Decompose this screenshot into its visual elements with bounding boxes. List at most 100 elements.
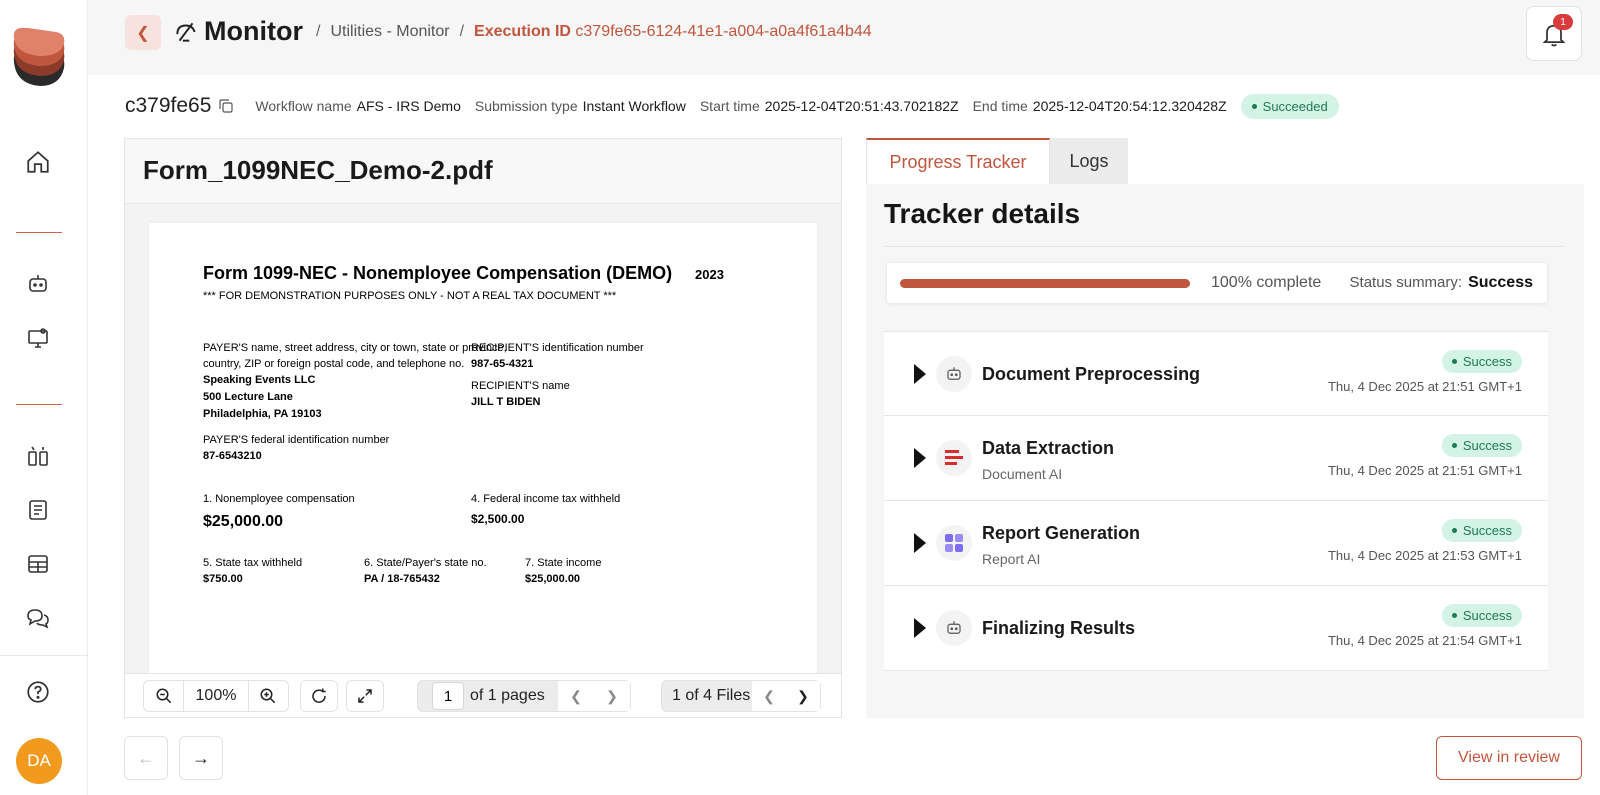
breadcrumb-current-id: c379fe65-6124-41e1-a004-a0a4f61a4b44: [575, 23, 872, 40]
copy-icon[interactable]: [217, 97, 235, 115]
step-status-label: Success: [1462, 354, 1512, 369]
submission-type-label: Submission type: [474, 98, 578, 114]
home-icon[interactable]: [22, 146, 54, 178]
chevron-left-icon: ❮: [136, 24, 150, 42]
chat-icon[interactable]: [22, 602, 54, 634]
chevron-right-icon: ❯: [606, 687, 618, 704]
monitor-settings-icon[interactable]: [22, 322, 54, 354]
page-navigation: of 1 pages ❮ ❯: [417, 680, 631, 712]
next-file-button[interactable]: ❯: [786, 681, 820, 711]
split-view-icon[interactable]: [22, 440, 54, 472]
table-icon[interactable]: [22, 548, 54, 580]
expand-caret-icon[interactable]: [914, 618, 926, 638]
step-timestamp: Thu, 4 Dec 2025 at 21:51 GMT+1: [1327, 463, 1522, 478]
step-status-label: Success: [1462, 438, 1512, 453]
step-subtitle: Document AI: [982, 466, 1063, 482]
status-summary: Status summary: Success: [1350, 274, 1533, 292]
help-icon[interactable]: [22, 676, 54, 708]
box6-label: 6. State/Payer's state no.: [364, 557, 487, 569]
next-page-button[interactable]: ❯: [594, 681, 630, 711]
file-navigation: 1 of 4 Files ❮ ❯: [661, 680, 821, 712]
box1-label: 1. Nonemployee compensation: [203, 493, 355, 505]
progress-bar-fill: [900, 279, 1190, 288]
chevron-left-icon: ❮: [763, 687, 775, 704]
document-list-icon[interactable]: [22, 494, 54, 526]
step-timestamp: Thu, 4 Dec 2025 at 21:53 GMT+1: [1327, 548, 1522, 563]
progress-card: 100% complete Status summary: Success: [886, 262, 1548, 304]
zoom-in-button[interactable]: [249, 681, 288, 711]
box5-value: $750.00: [203, 573, 243, 585]
sidebar-bottom-divider: [0, 655, 88, 656]
status-badge-label: Succeeded: [1262, 98, 1328, 114]
step-status-badge: Success: [1441, 434, 1522, 457]
bot-icon: [936, 356, 972, 392]
progress-bar: [900, 279, 1190, 288]
breadcrumb-separator: /: [316, 23, 321, 40]
box1-value: $25,000.00: [203, 513, 284, 530]
notifications-button[interactable]: 1: [1526, 6, 1582, 61]
status-badge: Succeeded: [1240, 93, 1339, 119]
step-timestamp: Thu, 4 Dec 2025 at 21:51 GMT+1: [1327, 379, 1522, 394]
tab-logs[interactable]: Logs: [1050, 138, 1128, 184]
recipient-name-label: RECIPIENT'S name: [471, 380, 570, 392]
step-status-badge: Success: [1441, 604, 1522, 627]
page-number-input[interactable]: [432, 682, 464, 710]
document-ai-icon: [936, 440, 972, 476]
rotate-button[interactable]: [300, 680, 338, 712]
tracker-title: Tracker details: [884, 198, 1081, 229]
back-button[interactable]: ❮: [125, 15, 161, 50]
expand-caret-icon[interactable]: [914, 448, 926, 468]
zoom-out-icon: [156, 688, 171, 704]
document-viewer: Form_1099NEC_Demo-2.pdf Form 1099-NEC - …: [124, 138, 842, 718]
tracker-panel: Tracker details 100% complete Status sum…: [866, 184, 1584, 718]
zoom-controls: 100%: [143, 680, 289, 712]
pdf-page: Form 1099-NEC - Nonemployee Compensation…: [149, 223, 817, 673]
workflow-name-value: AFS - IRS Demo: [356, 98, 461, 114]
status-dot-icon: [1451, 443, 1457, 448]
zoom-level: 100%: [195, 687, 237, 704]
step-name: Finalizing Results: [982, 618, 1136, 638]
prev-page-button[interactable]: ❮: [558, 681, 594, 711]
report-ai-icon: [936, 525, 972, 561]
zoom-out-button[interactable]: [144, 681, 183, 711]
breadcrumb-parent[interactable]: Utilities - Monitor: [330, 23, 449, 41]
box5-label: 5. State tax withheld: [203, 557, 303, 569]
breadcrumb-current: Execution ID c379fe65-6124-41e1-a004-a0a…: [474, 23, 872, 41]
view-in-review-button[interactable]: View in review: [1436, 736, 1582, 780]
sidebar-divider: [16, 404, 62, 405]
files-label: 1 of 4 Files: [672, 687, 751, 704]
start-time-label: Start time: [699, 98, 760, 114]
step-finalizing-results[interactable]: Finalizing Results Success Thu, 4 Dec 20…: [884, 586, 1548, 671]
payer-label-line1: PAYER'S name, street address, city or to…: [203, 342, 507, 354]
submission-type-value: Instant Workflow: [582, 98, 686, 114]
tab-progress-tracker[interactable]: Progress Tracker: [866, 138, 1050, 184]
end-time-label: End time: [972, 98, 1028, 114]
payer-fed-id-label: PAYER'S federal identification number: [203, 434, 390, 446]
box7-value: $25,000.00: [525, 573, 581, 585]
progress-label: 100% complete: [1211, 274, 1322, 291]
step-list: Document Preprocessing Success Thu, 4 De…: [884, 331, 1548, 671]
workflow-name-label: Workflow name: [255, 98, 352, 114]
step-subtitle: Report AI: [982, 551, 1041, 567]
step-document-preprocessing[interactable]: Document Preprocessing Success Thu, 4 De…: [884, 331, 1548, 416]
fullscreen-button[interactable]: [346, 680, 384, 712]
payer-label-line2: country, ZIP or foreign postal code, and…: [203, 358, 465, 370]
app-logo[interactable]: [10, 28, 66, 88]
previous-execution-button[interactable]: ←: [124, 736, 168, 780]
status-dot-icon: [1451, 613, 1457, 618]
next-execution-button[interactable]: →: [179, 736, 223, 780]
step-report-generation[interactable]: Report Generation Report AI Success Thu,…: [884, 501, 1548, 586]
execution-short-id: c379fe65: [125, 94, 212, 117]
start-time-value: 2025-12-04T20:51:43.702182Z: [764, 98, 959, 114]
prev-file-button[interactable]: ❮: [752, 681, 786, 711]
box4-value: $2,500.00: [471, 512, 525, 526]
box4-label: 4. Federal income tax withheld: [471, 493, 621, 505]
recipient-id: 987-65-4321: [471, 358, 534, 370]
expand-caret-icon[interactable]: [914, 364, 926, 384]
avatar[interactable]: DA: [16, 738, 62, 784]
bot-icon[interactable]: [22, 268, 54, 300]
step-status-badge: Success: [1441, 519, 1522, 542]
step-data-extraction[interactable]: Data Extraction Document AI Success Thu,…: [884, 416, 1548, 501]
expand-caret-icon[interactable]: [914, 533, 926, 553]
sidebar-divider: [16, 232, 62, 233]
